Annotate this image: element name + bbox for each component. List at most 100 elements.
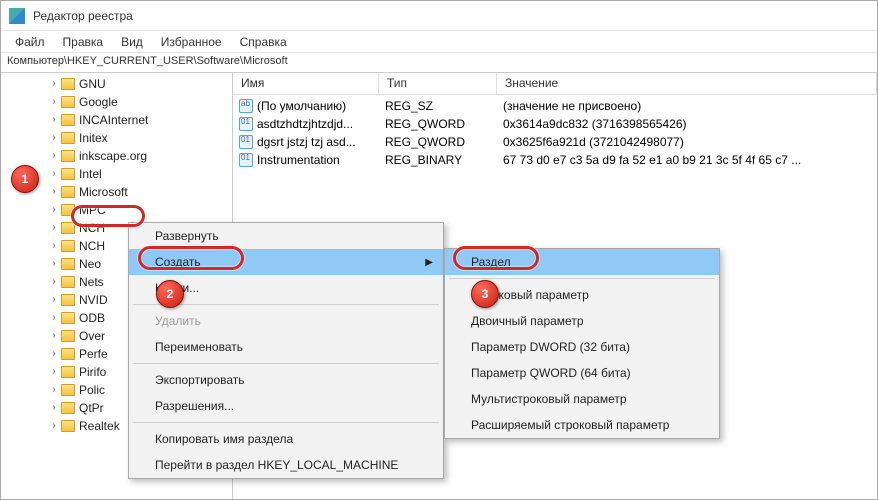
sub-qword[interactable]: Параметр QWORD (64 бита) xyxy=(445,360,719,386)
chevron-right-icon[interactable]: › xyxy=(49,385,59,395)
chevron-right-icon[interactable]: › xyxy=(49,367,59,377)
folder-icon xyxy=(61,204,75,216)
folder-icon xyxy=(61,168,75,180)
tree-label: Over xyxy=(79,329,105,343)
sub-binary[interactable]: Двоичный параметр xyxy=(445,308,719,334)
ctx-permissions[interactable]: Разрешения... xyxy=(129,393,443,419)
reg-value-icon xyxy=(239,153,253,167)
tree-label: Pirifo xyxy=(79,365,106,379)
menu-file[interactable]: Файл xyxy=(7,33,53,51)
chevron-right-icon[interactable]: › xyxy=(49,133,59,143)
reg-value-icon xyxy=(239,117,253,131)
folder-icon xyxy=(61,132,75,144)
tree-label: Realtek xyxy=(79,419,120,433)
value-row[interactable]: dgsrt jstzj tzj asd... REG_QWORD0x3625f6a… xyxy=(233,133,877,151)
chevron-right-icon[interactable]: › xyxy=(49,79,59,89)
chevron-right-icon[interactable]: › xyxy=(49,187,59,197)
tree-label: Microsoft xyxy=(79,185,128,199)
value-type: REG_BINARY xyxy=(379,153,497,167)
address-bar[interactable]: Компьютер\HKEY_CURRENT_USER\Software\Mic… xyxy=(1,53,877,73)
tree-item[interactable]: ›MPC xyxy=(1,201,232,219)
separator xyxy=(133,363,439,364)
tree-item[interactable]: › inkscape.org xyxy=(1,147,232,165)
chevron-right-icon[interactable]: › xyxy=(49,97,59,107)
tree-item[interactable]: ›INCAInternet xyxy=(1,111,232,129)
value-row[interactable]: (По умолчанию)REG_SZ(значение не присвое… xyxy=(233,97,877,115)
annotation-badge-2: 2 xyxy=(156,280,184,308)
tree-label: QtPr xyxy=(79,401,104,415)
chevron-right-icon[interactable]: › xyxy=(49,241,59,251)
ctx-export[interactable]: Экспортировать xyxy=(129,367,443,393)
tree-label: Polic xyxy=(79,383,105,397)
chevron-right-icon[interactable]: › xyxy=(49,295,59,305)
col-name[interactable]: Имя xyxy=(233,73,379,94)
folder-icon xyxy=(61,312,75,324)
chevron-right-icon[interactable]: › xyxy=(49,421,59,431)
chevron-right-icon[interactable]: › xyxy=(49,169,59,179)
tree-label: Nets xyxy=(79,275,104,289)
reg-value-icon xyxy=(239,99,253,113)
sub-dword[interactable]: Параметр DWORD (32 бита) xyxy=(445,334,719,360)
ctx-goto[interactable]: Перейти в раздел HKEY_LOCAL_MACHINE xyxy=(129,452,443,478)
chevron-right-icon[interactable]: › xyxy=(49,115,59,125)
value-type: REG_SZ xyxy=(379,99,497,113)
chevron-right-icon[interactable]: › xyxy=(49,331,59,341)
folder-icon xyxy=(61,186,75,198)
tree-label: Perfe xyxy=(79,347,108,361)
menu-help[interactable]: Справка xyxy=(232,33,295,51)
col-type[interactable]: Тип xyxy=(379,73,497,94)
sub-expandstring[interactable]: Расширяемый строковый параметр xyxy=(445,412,719,438)
value-name: asdtzhdtzjhtzdjd... xyxy=(257,117,353,131)
tree-label: Intel xyxy=(79,167,102,181)
folder-icon xyxy=(61,258,75,270)
tree-item[interactable]: ›Initex xyxy=(1,129,232,147)
menu-favorites[interactable]: Избранное xyxy=(153,33,230,51)
value-data: 67 73 d0 e7 c3 5a d9 fa 52 e1 a0 b9 21 3… xyxy=(497,153,877,167)
chevron-right-icon[interactable]: › xyxy=(49,277,59,287)
ctx-rename[interactable]: Переименовать xyxy=(129,334,443,360)
value-name: (По умолчанию) xyxy=(257,99,346,113)
value-data: 0x3614a9dc832 (3716398565426) xyxy=(497,117,877,131)
folder-icon xyxy=(61,276,75,288)
menu-edit[interactable]: Правка xyxy=(55,33,112,51)
tree-item[interactable]: ›Google xyxy=(1,93,232,111)
reg-value-icon xyxy=(239,135,253,149)
ctx-expand[interactable]: Развернуть xyxy=(129,223,443,249)
chevron-right-icon: ▶ xyxy=(425,257,433,268)
col-value[interactable]: Значение xyxy=(497,73,877,94)
chevron-right-icon[interactable]: › xyxy=(49,403,59,413)
folder-icon xyxy=(61,78,75,90)
sub-multistring[interactable]: Мультистроковый параметр xyxy=(445,386,719,412)
sub-key[interactable]: Раздел xyxy=(445,249,719,275)
menubar: Файл Правка Вид Избранное Справка xyxy=(1,31,877,53)
tree-label: NCH xyxy=(79,239,105,253)
ctx-create[interactable]: Создать▶ xyxy=(129,249,443,275)
tree-label: GNU xyxy=(79,77,106,91)
chevron-right-icon[interactable]: › xyxy=(49,259,59,269)
value-type: REG_QWORD xyxy=(379,117,497,131)
folder-icon xyxy=(61,420,75,432)
value-type: REG_QWORD xyxy=(379,135,497,149)
column-headers: Имя Тип Значение xyxy=(233,73,877,95)
context-menu: Развернуть Создать▶ Найти... Удалить Пер… xyxy=(128,222,444,479)
value-row[interactable]: InstrumentationREG_BINARY67 73 d0 e7 c3 … xyxy=(233,151,877,169)
chevron-right-icon[interactable]: › xyxy=(49,313,59,323)
folder-icon xyxy=(61,348,75,360)
value-data: 0x3625f6a921d (3721042498077) xyxy=(497,135,877,149)
chevron-right-icon[interactable]: › xyxy=(49,349,59,359)
tree-item[interactable]: › GNU xyxy=(1,75,232,93)
create-submenu: Раздел Строковый параметр Двоичный парам… xyxy=(444,248,720,439)
chevron-right-icon[interactable]: › xyxy=(49,151,59,161)
titlebar: Редактор реестра xyxy=(1,1,877,31)
ctx-copy-key-name[interactable]: Копировать имя раздела xyxy=(129,426,443,452)
folder-icon xyxy=(61,114,75,126)
ctx-delete[interactable]: Удалить xyxy=(129,308,443,334)
value-name: dgsrt jstzj tzj asd... xyxy=(257,135,356,149)
menu-view[interactable]: Вид xyxy=(113,33,151,51)
chevron-right-icon[interactable]: › xyxy=(49,205,59,215)
tree-label: inkscape.org xyxy=(79,149,147,163)
value-row[interactable]: asdtzhdtzjhtzdjd... REG_QWORD0x3614a9dc83… xyxy=(233,115,877,133)
app-icon xyxy=(9,8,25,24)
folder-icon xyxy=(61,150,75,162)
chevron-right-icon[interactable]: › xyxy=(49,223,59,233)
